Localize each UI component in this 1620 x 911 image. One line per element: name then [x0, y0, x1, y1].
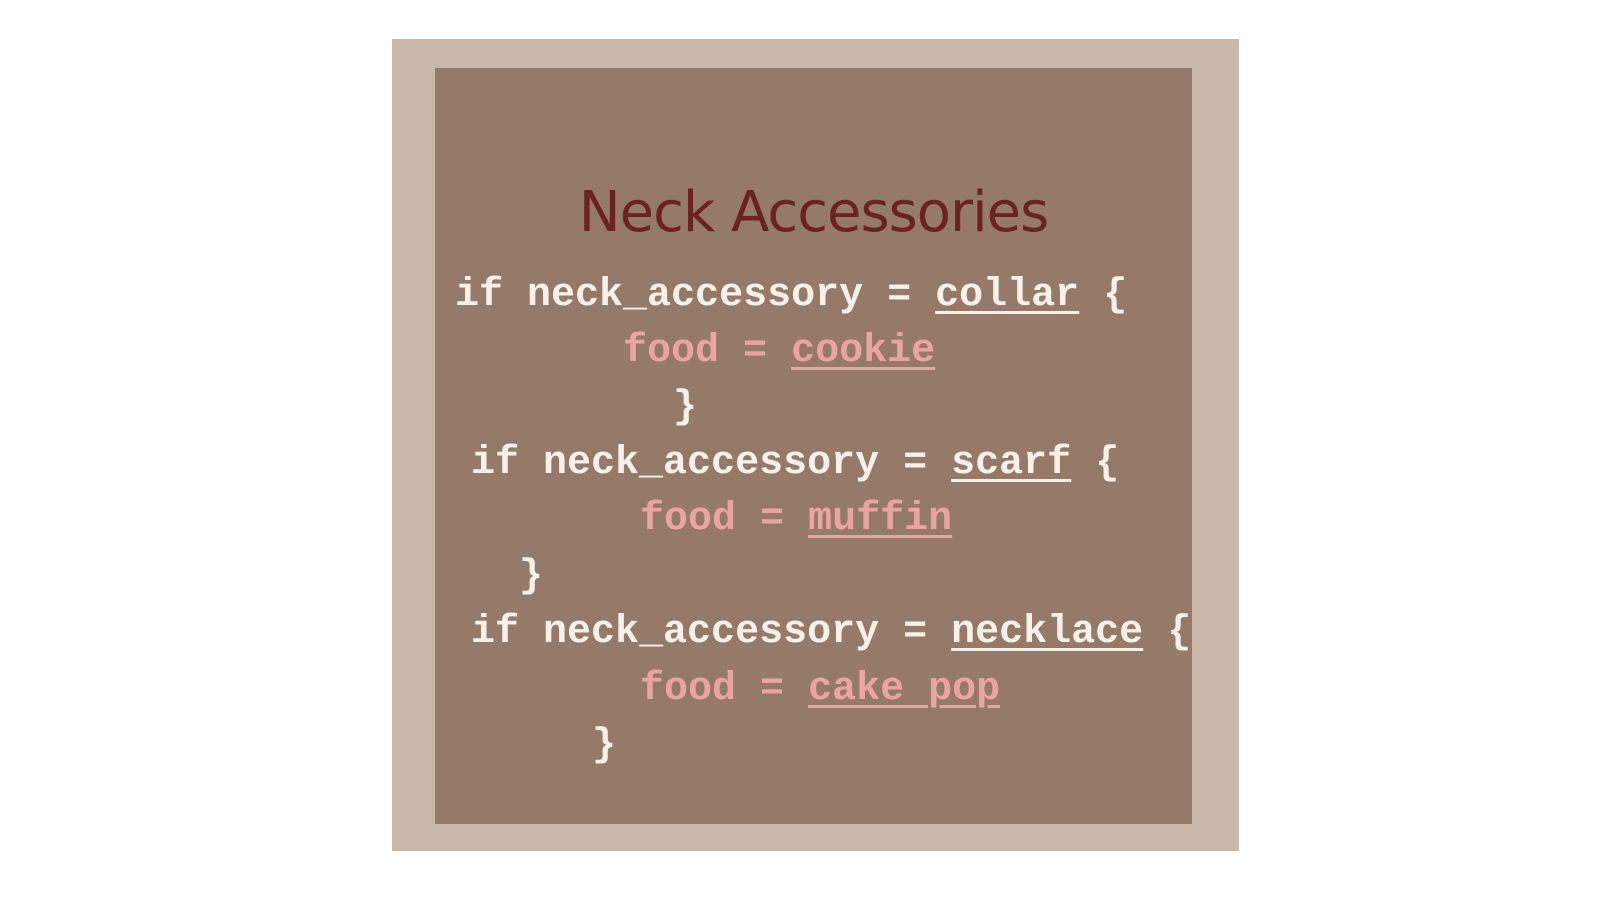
value-scarf: scarf: [951, 441, 1072, 486]
value-necklace: necklace: [951, 610, 1144, 655]
food-value-cookie: cookie: [791, 329, 936, 374]
close-brace: }: [519, 554, 544, 599]
if-line-necklace: if neck_accessory = necklace {: [471, 610, 1192, 655]
close-brace: }: [592, 723, 617, 768]
food-value-cake-pop: cake pop: [808, 667, 1001, 712]
food-line-cake-pop: food = cake pop: [640, 667, 1001, 712]
if-line-collar: if neck_accessory = collar {: [455, 273, 1128, 318]
close-brace: }: [673, 385, 698, 430]
if-line-scarf: if neck_accessory = scarf {: [471, 441, 1120, 486]
food-value-muffin: muffin: [808, 497, 953, 542]
food-line-cookie: food = cookie: [623, 329, 936, 374]
value-collar: collar: [935, 273, 1080, 318]
food-line-muffin: food = muffin: [640, 497, 953, 542]
slide-title: Neck Accessories: [578, 180, 1050, 245]
